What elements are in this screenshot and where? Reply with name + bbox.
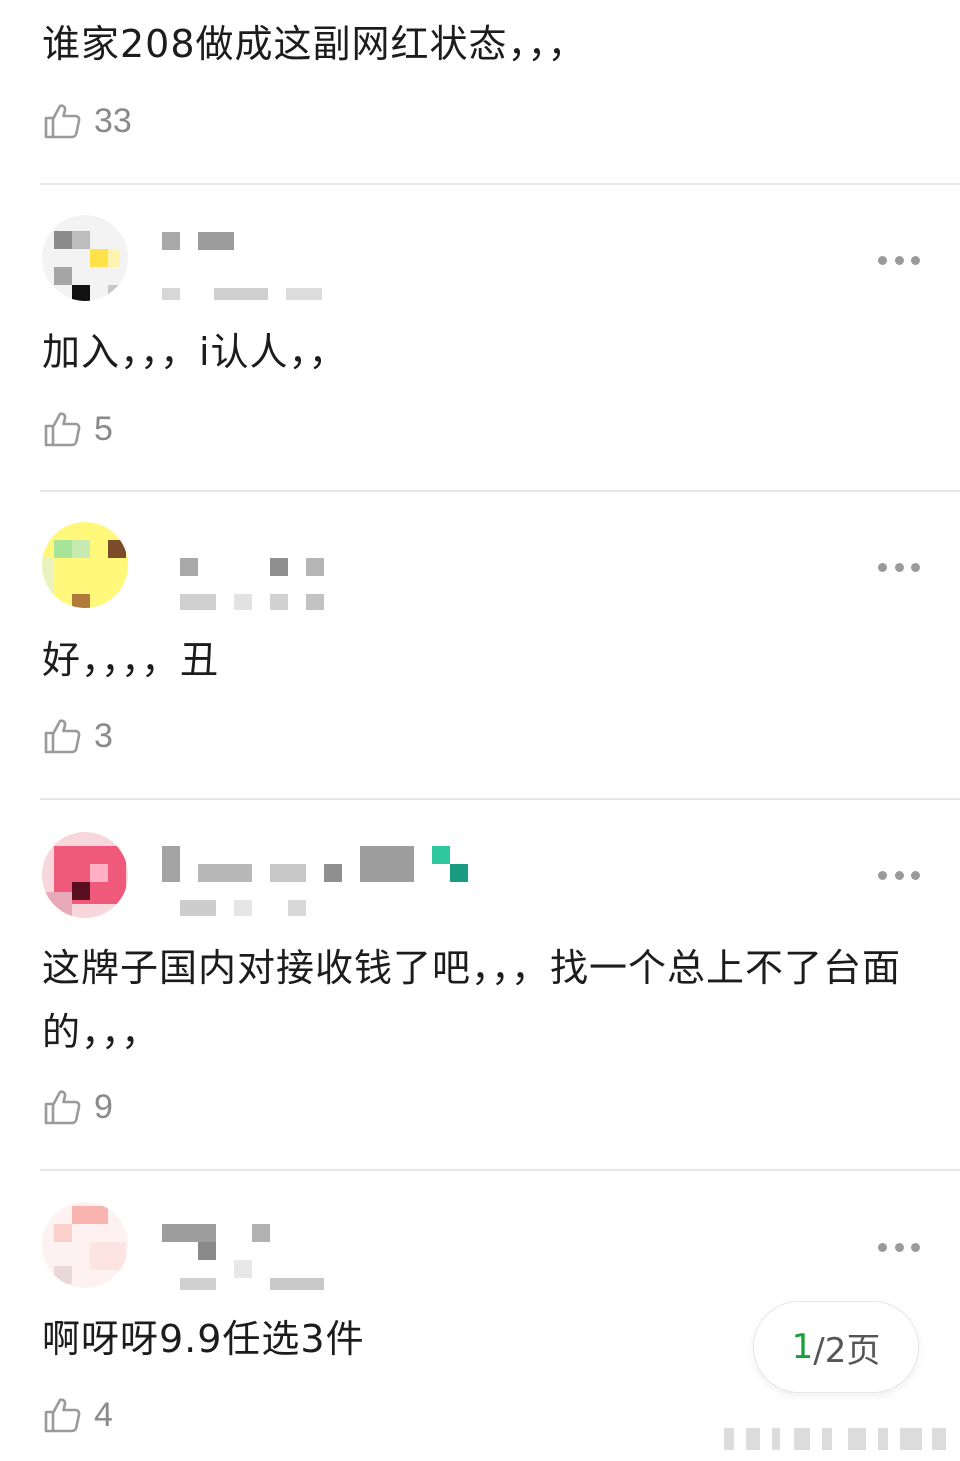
- thumbs-up-icon: [42, 716, 82, 756]
- page-indicator[interactable]: 1/2页: [754, 1302, 918, 1392]
- avatar[interactable]: [42, 1202, 128, 1288]
- like-button[interactable]: 3: [42, 716, 113, 756]
- avatar[interactable]: [42, 215, 128, 301]
- divider: [40, 490, 960, 492]
- more-dots-icon[interactable]: [878, 255, 920, 265]
- thumbs-up-icon: [42, 101, 82, 141]
- like-count: 33: [94, 101, 132, 140]
- page-total: /2页: [813, 1330, 881, 1371]
- like-button[interactable]: 4: [42, 1395, 113, 1435]
- thumbs-up-icon: [42, 409, 82, 449]
- avatar[interactable]: [42, 832, 128, 918]
- more-dots-icon[interactable]: [878, 870, 920, 880]
- like-button[interactable]: 33: [42, 101, 132, 141]
- comment-text: 这牌子国内对接收钱了吧，，，找一个总上不了台面的，，，: [42, 946, 902, 1054]
- divider: [40, 798, 960, 800]
- thumbs-up-icon: [42, 1087, 82, 1127]
- comment-text: 谁家208做成这副网红状态，，，: [42, 22, 587, 66]
- more-dots-icon[interactable]: [878, 562, 920, 572]
- more-dots-icon[interactable]: [878, 1242, 920, 1252]
- like-button[interactable]: 5: [42, 409, 113, 449]
- divider: [40, 1169, 960, 1171]
- avatar[interactable]: [42, 522, 128, 608]
- like-button[interactable]: 9: [42, 1087, 113, 1127]
- page-current: 1: [791, 1327, 814, 1367]
- thumbs-up-icon: [42, 1395, 82, 1435]
- watermark-blurred: [724, 1428, 954, 1450]
- divider: [40, 183, 960, 185]
- like-count: 5: [94, 409, 113, 448]
- like-count: 9: [94, 1087, 113, 1126]
- comment-text: 好，，，，丑: [42, 638, 220, 682]
- comment-text: 加入，，，i认人，，: [42, 330, 348, 374]
- like-count: 3: [94, 716, 113, 755]
- like-count: 4: [94, 1395, 113, 1434]
